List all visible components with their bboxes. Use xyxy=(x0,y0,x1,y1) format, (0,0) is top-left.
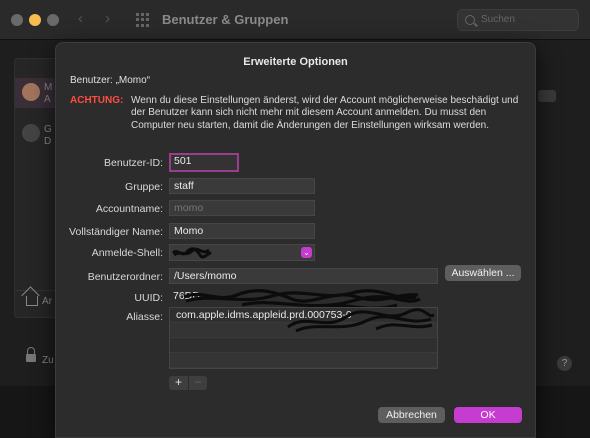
lock-label: Zu xyxy=(42,355,54,366)
user-list-item-name: M xyxy=(44,82,53,93)
chevron-down-icon: ⌄ xyxy=(301,247,312,258)
uuid-label: UUID: xyxy=(134,292,163,304)
full-name-field[interactable]: Momo xyxy=(169,223,315,239)
home-folder-label: Benutzerordner: xyxy=(87,271,163,283)
redaction-scribble xyxy=(287,308,435,333)
user-list-item-role: A xyxy=(44,94,51,105)
avatar xyxy=(22,83,40,101)
user-list-item-guest-role: D xyxy=(44,136,52,147)
full-name-label: Vollständiger Name: xyxy=(69,226,163,238)
zoom-window-button[interactable] xyxy=(47,14,59,26)
choose-button[interactable]: Auswählen ... xyxy=(445,265,521,281)
lock-icon[interactable] xyxy=(26,347,36,362)
redaction-scribble xyxy=(172,247,212,259)
login-shell-popup[interactable]: ⌄ xyxy=(169,244,315,261)
search-placeholder: Suchen xyxy=(481,14,515,25)
add-alias-button[interactable]: + xyxy=(169,376,188,390)
window-title: Benutzer & Gruppen xyxy=(162,12,289,27)
house-icon[interactable] xyxy=(26,296,38,306)
user-list-item-guest-name: G xyxy=(44,124,52,135)
show-all-grid-icon[interactable] xyxy=(136,13,150,27)
account-name-field: momo xyxy=(169,200,315,216)
list-item-empty xyxy=(170,353,437,368)
warning-label: ACHTUNG: xyxy=(70,95,124,106)
guest-avatar xyxy=(22,124,40,142)
user-line: Benutzer: „Momo“ xyxy=(70,75,151,86)
search-icon xyxy=(465,15,475,25)
group-field[interactable]: staff xyxy=(169,178,315,194)
add-remove-control: + − xyxy=(169,376,207,390)
aliases-label: Aliasse: xyxy=(126,311,163,323)
partial-button[interactable] xyxy=(538,90,556,102)
list-item-empty xyxy=(170,338,437,353)
advanced-options-sheet: Erweiterte Optionen Benutzer: „Momo“ ACH… xyxy=(55,42,536,438)
minimize-window-button[interactable] xyxy=(29,14,41,26)
sheet-title: Erweiterte Optionen xyxy=(243,56,348,68)
search-field[interactable]: Suchen xyxy=(457,9,579,31)
remove-alias-button[interactable]: − xyxy=(188,376,207,390)
back-arrow-icon[interactable]: ‹ xyxy=(78,10,83,27)
warning-text: Wenn du diese Einstellungen änderst, wir… xyxy=(131,95,519,131)
cancel-button[interactable]: Abbrechen xyxy=(378,407,445,423)
ok-button[interactable]: OK xyxy=(454,407,522,423)
forward-arrow-icon[interactable]: › xyxy=(105,10,110,27)
close-window-button[interactable] xyxy=(11,14,23,26)
login-shell-label: Anmelde-Shell: xyxy=(91,247,163,259)
account-name-label: Accountname: xyxy=(95,203,163,215)
home-folder-field[interactable]: /Users/momo xyxy=(169,268,438,284)
user-id-field[interactable]: 501 xyxy=(169,153,239,172)
user-id-label: Benutzer-ID: xyxy=(104,157,163,169)
group-label: Gruppe: xyxy=(125,181,163,193)
login-options-label: Ar xyxy=(42,296,52,307)
help-icon[interactable]: ? xyxy=(557,356,572,371)
title-bar: ‹ › Benutzer & Gruppen Suchen xyxy=(0,0,590,40)
